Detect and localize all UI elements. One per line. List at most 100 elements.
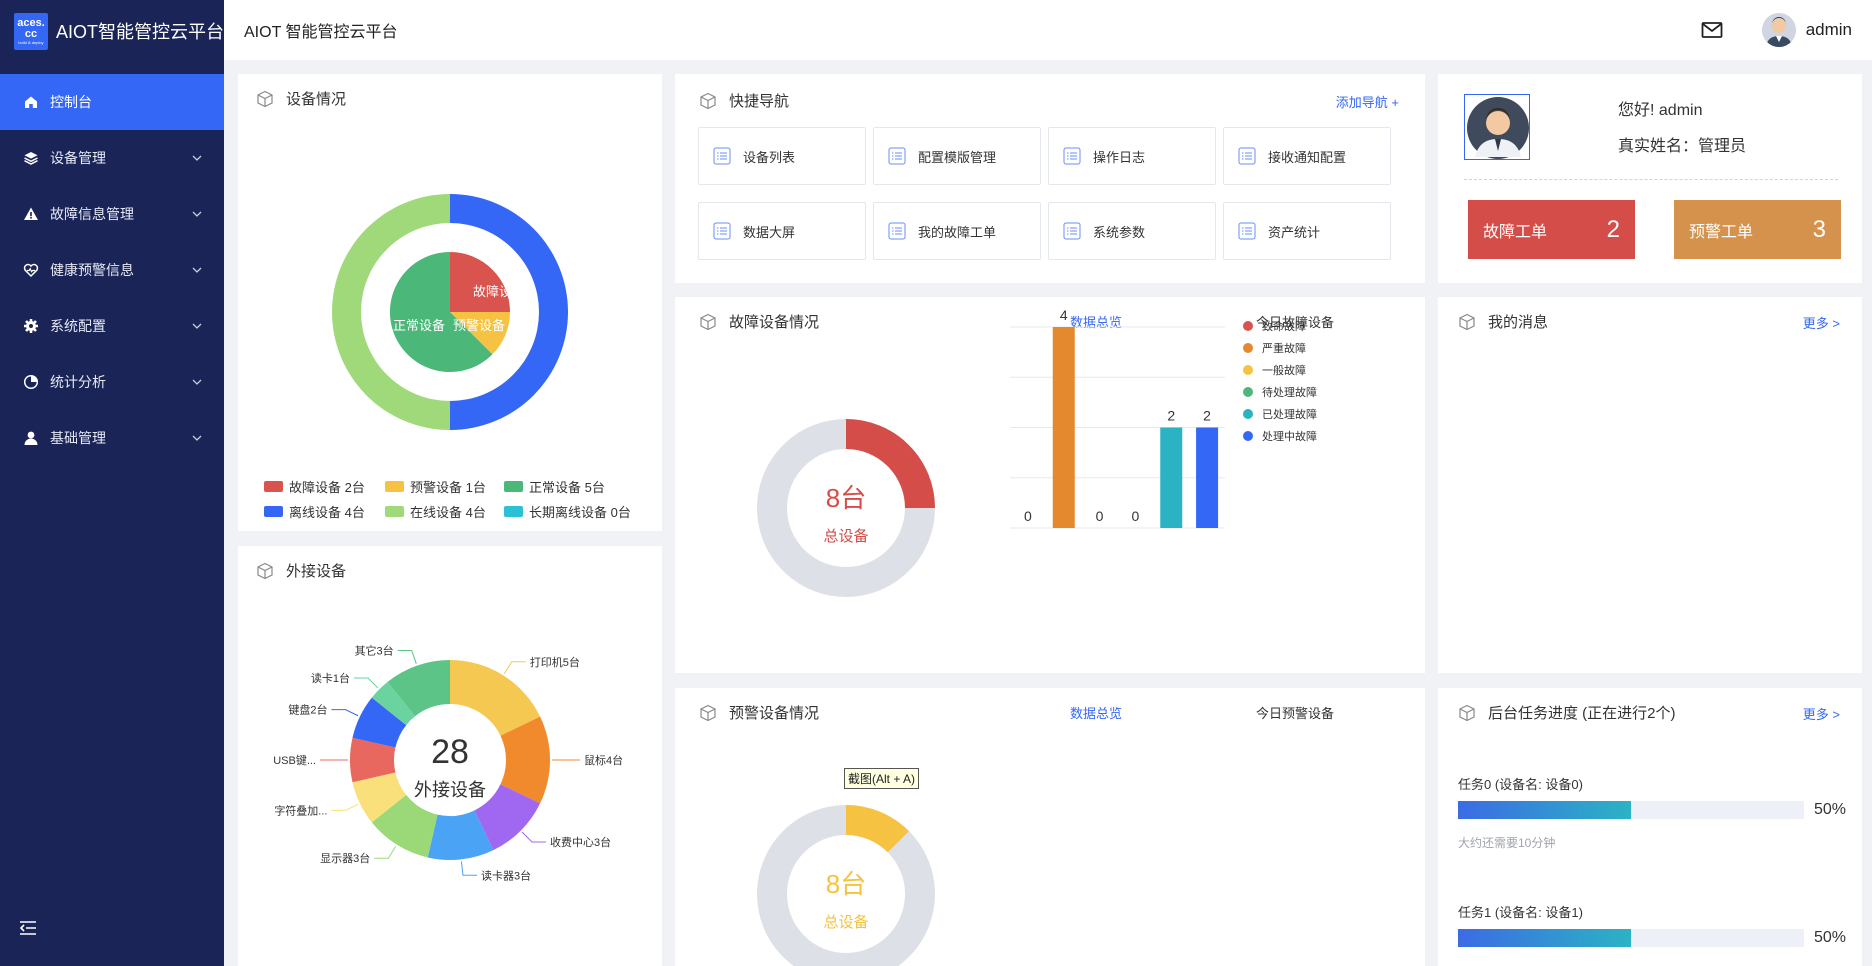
card-title-text: 我的消息 bbox=[1488, 314, 1549, 331]
card-title: 快捷导航 bbox=[699, 90, 789, 111]
tasks-more-link[interactable]: 更多 > bbox=[1803, 704, 1840, 723]
external-devices-card: 外接设备 打印机5台 鼠标4台 收费中心3台 读卡器3台 显示器3台 字符叠加... USB… bbox=[238, 546, 662, 966]
fault-donut-value: 8台 bbox=[826, 483, 866, 513]
legend-label: 正常设备 5台 bbox=[529, 480, 605, 495]
chevron-down-icon bbox=[192, 153, 202, 163]
legend-label[interactable]: 已处理故障 bbox=[1262, 407, 1317, 421]
list-icon bbox=[888, 222, 906, 240]
legend-marker bbox=[1243, 343, 1253, 353]
task-progress-fill bbox=[1458, 929, 1631, 947]
messages-card: 我的消息 更多 > bbox=[1438, 297, 1862, 673]
legend-label[interactable]: 严重故障 bbox=[1262, 341, 1306, 355]
legend-item[interactable]: 在线设备 4台 bbox=[385, 502, 504, 521]
device-status-legend: 故障设备 2台 预警设备 1台 正常设备 5台 离线设备 4台 在线设备 4台 … bbox=[264, 474, 664, 524]
fault-devices-card: 故障设备情况 数据总览 今日故障设备 8台 总设备 040022 致命故障 严重故… bbox=[675, 297, 1425, 673]
sidebar-item-device-management[interactable]: 设备管理 bbox=[0, 130, 224, 186]
legend-item[interactable]: 故障设备 2台 bbox=[264, 477, 385, 496]
bar[interactable] bbox=[1052, 327, 1075, 528]
sidebar-item-statistics[interactable]: 统计分析 bbox=[0, 354, 224, 410]
sidebar-item-health-warning[interactable]: 健康预警信息 bbox=[0, 242, 224, 298]
chevron-down-icon bbox=[192, 209, 202, 219]
external-label-line bbox=[503, 661, 526, 674]
legend-label[interactable]: 待处理故障 bbox=[1262, 385, 1317, 399]
quicknav-notification-config[interactable]: 接收通知配置 bbox=[1223, 127, 1391, 185]
external-slice-label: 键盘2台 bbox=[288, 703, 327, 717]
warn-overview-link[interactable]: 数据总览 bbox=[1070, 703, 1122, 722]
legend-label[interactable]: 一般故障 bbox=[1262, 363, 1306, 377]
sidebar-item-system-config[interactable]: 系统配置 bbox=[0, 298, 224, 354]
logo-text-small: build & deploy bbox=[18, 39, 44, 45]
pie-label-fault: 故障设备 bbox=[473, 284, 525, 299]
quicknav-my-fault-orders[interactable]: 我的故障工单 bbox=[873, 202, 1041, 260]
quicknav-label: 接收通知配置 bbox=[1268, 149, 1347, 165]
external-slice-label: 其它3台 bbox=[355, 644, 394, 658]
external-label-line bbox=[331, 803, 359, 811]
sidebar-item-label: 故障信息管理 bbox=[50, 206, 134, 222]
collapse-menu-icon[interactable] bbox=[18, 918, 38, 938]
bar[interactable] bbox=[1160, 427, 1183, 529]
chevron-down-icon bbox=[192, 433, 202, 443]
sidebar-item-dashboard[interactable]: 控制台 bbox=[0, 74, 224, 130]
sidebar-item-fault-info[interactable]: 故障信息管理 bbox=[0, 186, 224, 242]
top-header: AIOT 智能管控云平台 admin bbox=[224, 0, 1872, 60]
external-slice-label: 鼠标4台 bbox=[584, 753, 623, 767]
messages-more-link[interactable]: 更多 > bbox=[1803, 313, 1840, 332]
task-progress-bar bbox=[1458, 801, 1804, 819]
external-label-line bbox=[460, 861, 477, 876]
card-title: 后台任务进度 (正在进行2个) bbox=[1458, 702, 1676, 723]
quicknav-label: 数据大屏 bbox=[743, 224, 796, 240]
brand: aces. cc build & deploy AIOT智能管控云平台 bbox=[0, 0, 224, 62]
task-note: 大约还需要10分钟 bbox=[1458, 836, 1556, 850]
layers-icon bbox=[22, 149, 40, 167]
external-slice-label: USB键... bbox=[273, 753, 316, 767]
cube-icon bbox=[700, 92, 716, 109]
card-title: 预警设备情况 bbox=[699, 702, 819, 723]
sidebar-item-label: 基础管理 bbox=[50, 430, 106, 446]
legend-label[interactable]: 致命故障 bbox=[1262, 319, 1306, 333]
list-icon bbox=[888, 147, 906, 165]
legend-marker bbox=[1243, 387, 1253, 397]
bar-value-label: 2 bbox=[1167, 408, 1175, 424]
legend-item[interactable]: 预警设备 1台 bbox=[385, 477, 504, 496]
quicknav-device-list[interactable]: 设备列表 bbox=[698, 127, 866, 185]
quicknav-label: 我的故障工单 bbox=[918, 224, 997, 240]
quicknav-label: 系统参数 bbox=[1093, 224, 1146, 240]
external-label-line bbox=[353, 677, 379, 689]
bar-value-label: 0 bbox=[1096, 508, 1104, 524]
legend-item[interactable]: 长期离线设备 0台 bbox=[504, 502, 631, 521]
chevron-down-icon bbox=[192, 265, 202, 275]
add-nav-link[interactable]: 添加导航 + bbox=[1336, 92, 1399, 111]
legend-marker bbox=[1243, 409, 1253, 419]
legend-label: 长期离线设备 0台 bbox=[529, 505, 631, 520]
task-percent: 50% bbox=[1814, 929, 1847, 946]
legend-item[interactable]: 离线设备 4台 bbox=[264, 502, 385, 521]
bar[interactable] bbox=[1196, 427, 1219, 529]
quicknav-operation-log[interactable]: 操作日志 bbox=[1048, 127, 1216, 185]
avatar[interactable] bbox=[1761, 13, 1796, 47]
quicknav-asset-stats[interactable]: 资产统计 bbox=[1223, 202, 1391, 260]
user-icon bbox=[22, 429, 40, 447]
mail-icon[interactable] bbox=[1700, 18, 1724, 42]
quicknav-config-template[interactable]: 配置模版管理 bbox=[873, 127, 1041, 185]
legend-label[interactable]: 处理中故障 bbox=[1262, 429, 1317, 443]
fault-order-button[interactable]: 故障工单 2 bbox=[1468, 200, 1635, 259]
card-title-text: 后台任务进度 (正在进行2个) bbox=[1488, 705, 1676, 722]
quicknav-system-params[interactable]: 系统参数 bbox=[1048, 202, 1216, 260]
legend-label: 故障设备 2台 bbox=[289, 480, 365, 495]
profile-avatar bbox=[1464, 94, 1530, 160]
quicknav-label: 资产统计 bbox=[1268, 224, 1321, 240]
profile-realname: 真实姓名：管理员 bbox=[1618, 138, 1747, 155]
app-title: AIOT智能管控云平台 bbox=[55, 22, 224, 42]
sidebar-item-basic-management[interactable]: 基础管理 bbox=[0, 410, 224, 466]
task-label: 任务0 (设备名: 设备0) bbox=[1458, 777, 1583, 792]
warn-order-button[interactable]: 预警工单 3 bbox=[1674, 200, 1841, 259]
header-username[interactable]: admin bbox=[1806, 20, 1852, 40]
legend-label: 在线设备 4台 bbox=[410, 505, 486, 520]
fault-donut-label: 总设备 bbox=[823, 528, 868, 545]
sidebar-nav: 控制台 设备管理 故障信息管理 健康预警信息 系统配置 统计分析 基础管理 bbox=[0, 74, 224, 466]
task-label: 任务1 (设备名: 设备1) bbox=[1458, 905, 1583, 920]
legend-item[interactable]: 正常设备 5台 bbox=[504, 477, 605, 496]
quicknav-data-screen[interactable]: 数据大屏 bbox=[698, 202, 866, 260]
external-devices-chart: 打印机5台鼠标4台收费中心3台读卡器3台 显示器3台 字符叠加... USB键... 键… bbox=[273, 644, 623, 883]
gear-icon bbox=[22, 317, 40, 335]
